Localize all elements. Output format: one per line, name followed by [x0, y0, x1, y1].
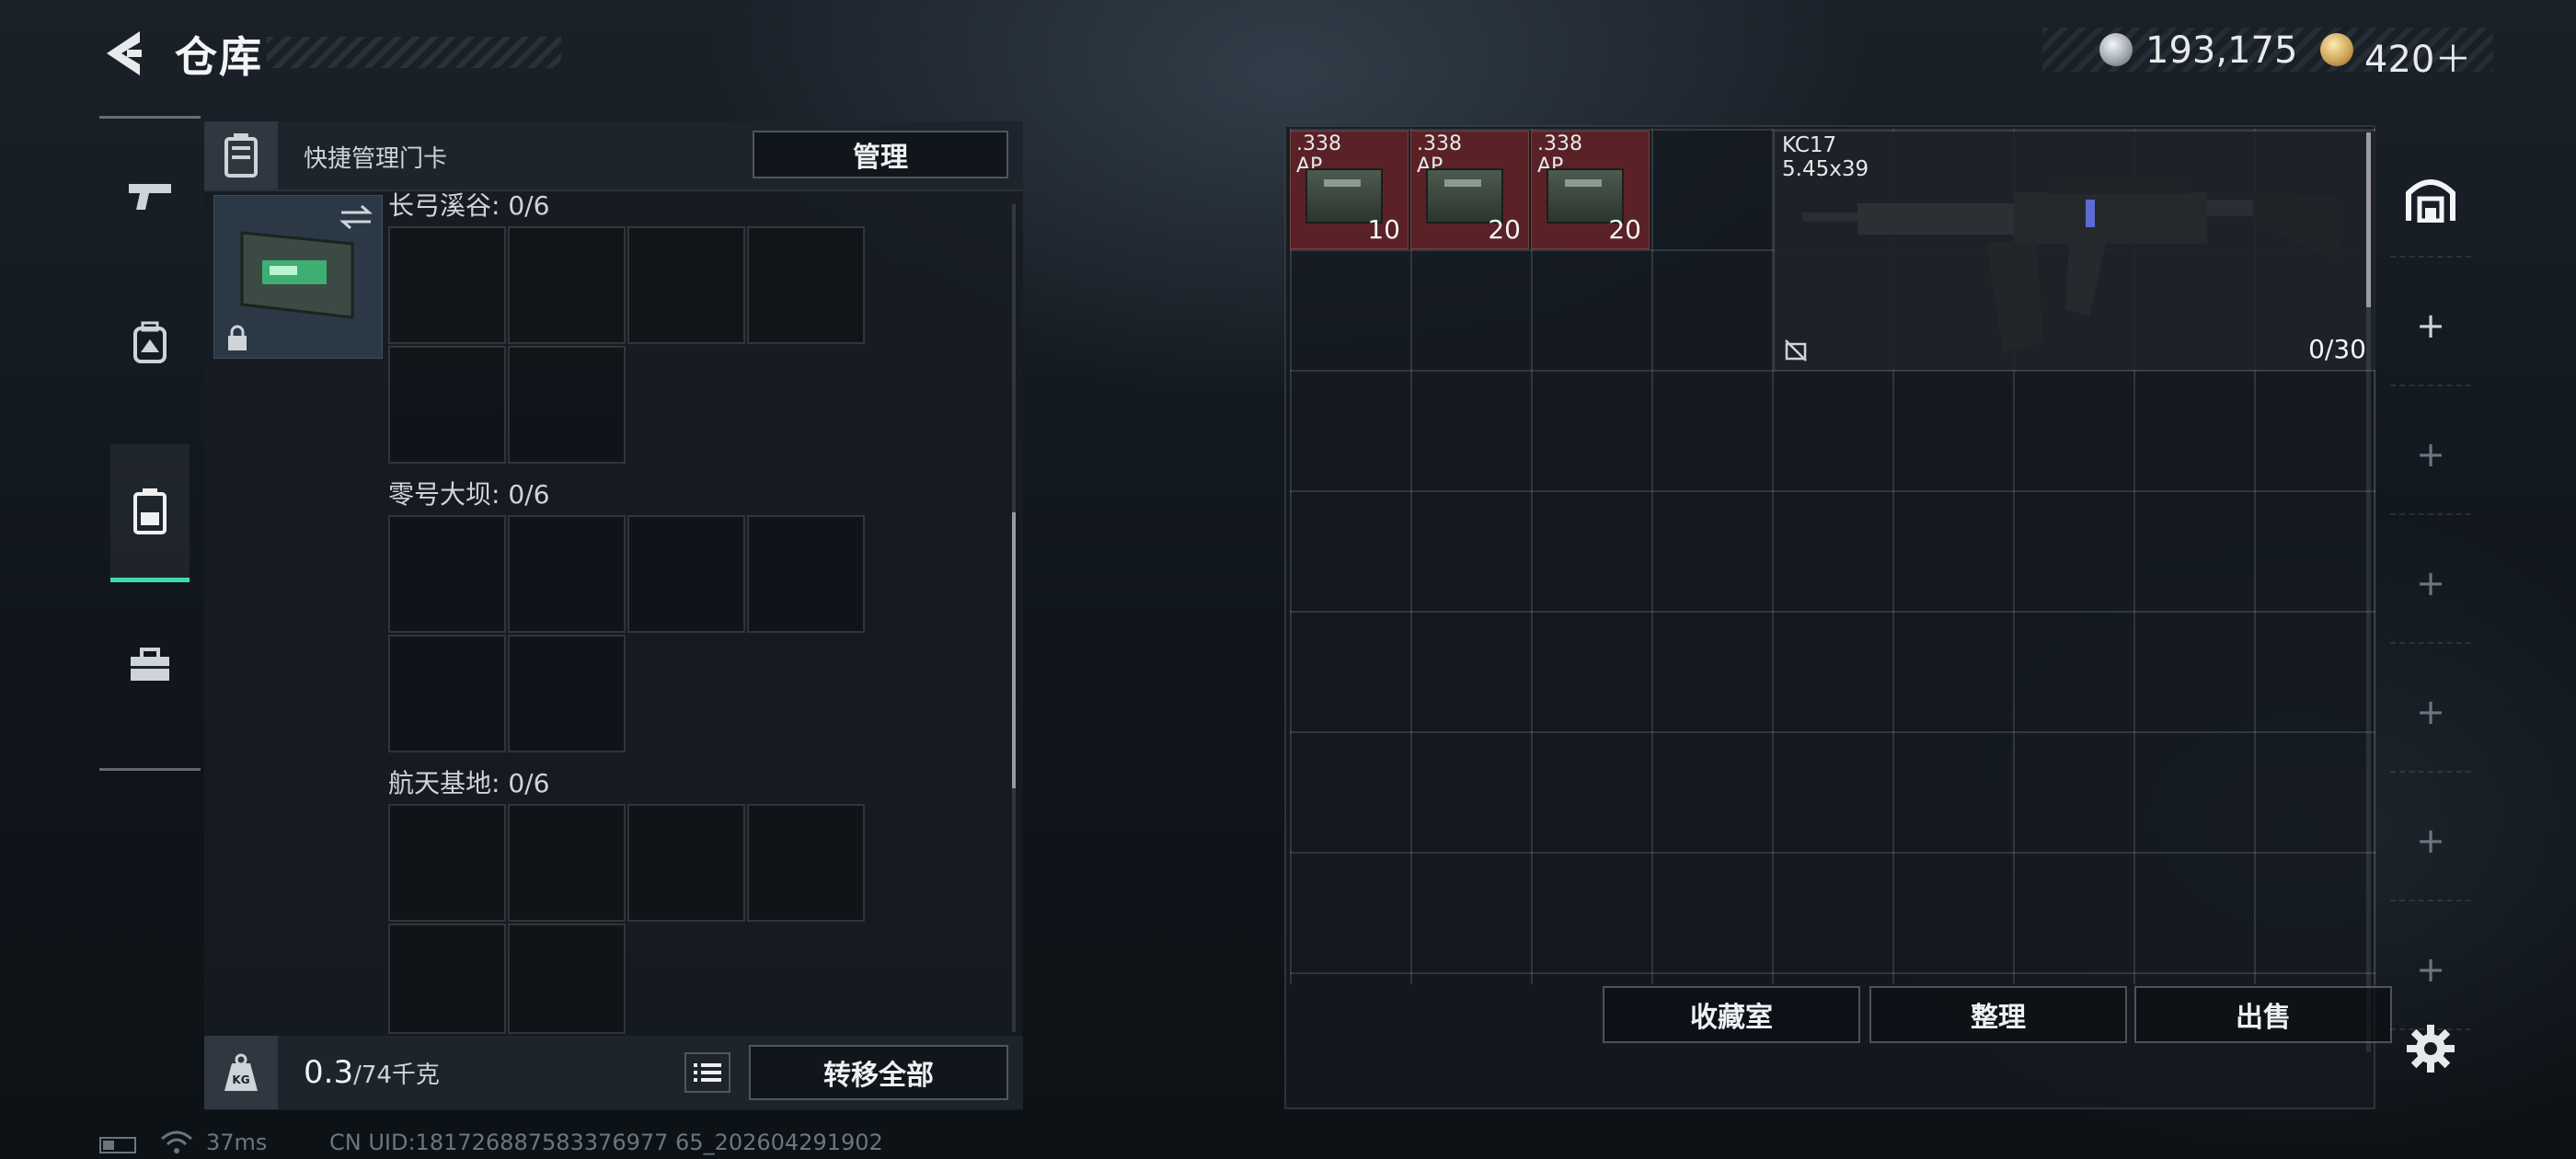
- gold-currency-value[interactable]: 420＋: [2364, 29, 2471, 83]
- grid-slot[interactable]: [747, 515, 865, 633]
- weight-capacity: 0.3/74千克: [304, 1054, 440, 1091]
- quick-manage-label: 快捷管理门卡: [304, 145, 448, 173]
- grid-slot[interactable]: [627, 804, 745, 922]
- plus-icon: +: [2416, 949, 2445, 990]
- weapon-item[interactable]: KC17 5.45x39 0/30: [1774, 131, 2375, 371]
- pistol-icon: [129, 184, 171, 210]
- grid-slot[interactable]: [388, 924, 506, 1034]
- keycard-case-panel: 快捷管理门卡 管理 长弓溪谷: 0/6 零号大坝: 0/6 航天基地: 0/6: [204, 121, 1023, 1110]
- grid-slot[interactable]: [388, 226, 506, 344]
- user-uid: CN UID:181726887583376977 65_20260429190…: [329, 1130, 883, 1155]
- battery-icon: [99, 1137, 136, 1153]
- tab-add-stash[interactable]: +: [2390, 524, 2471, 644]
- stash-tabs: + + + + + +: [2390, 138, 2471, 1058]
- tab-stash-main[interactable]: [2390, 138, 2471, 258]
- ping-value: 37ms: [206, 1130, 268, 1155]
- grid-slot[interactable]: [508, 635, 626, 752]
- swap-icon[interactable]: [338, 203, 374, 231]
- tab-add-stash[interactable]: +: [2390, 911, 2471, 1030]
- wifi-icon: [161, 1130, 192, 1153]
- no-trade-icon: [1785, 339, 1807, 361]
- grid-slot[interactable]: [508, 804, 626, 922]
- grid-slot[interactable]: [388, 635, 506, 752]
- keycard-case-icon: [204, 121, 278, 189]
- weight-current: 0.3: [304, 1054, 354, 1091]
- grid-label-zero-dam: 零号大坝: 0/6: [388, 479, 550, 510]
- collection-room-button[interactable]: 收藏室: [1603, 986, 1860, 1043]
- scrollbar-thumb[interactable]: [2366, 132, 2371, 307]
- grid-slot[interactable]: [508, 924, 626, 1034]
- grid-slot[interactable]: [388, 515, 506, 633]
- toolbox-icon: [131, 648, 169, 681]
- back-icon[interactable]: [99, 26, 151, 81]
- grid-slot[interactable]: [508, 515, 626, 633]
- weapon-name: KC17: [1782, 133, 1837, 157]
- grid-slot[interactable]: [627, 226, 745, 344]
- plus-icon: +: [2416, 434, 2445, 475]
- lock-icon: [228, 325, 247, 350]
- keycard-panel-header: 快捷管理门卡 管理: [204, 121, 1023, 191]
- nav-equipment[interactable]: [110, 273, 190, 411]
- tab-add-stash[interactable]: +: [2390, 396, 2471, 515]
- ammo-count: 10: [1367, 214, 1400, 245]
- list-view-button[interactable]: [684, 1052, 730, 1093]
- tab-add-stash[interactable]: +: [2390, 782, 2471, 901]
- category-nav: [99, 116, 201, 771]
- stash-panel: .338 AP 10 .338 AP 20 .338 AP 20 KC17 5.45x…: [1284, 125, 2392, 1109]
- rifle-icon: [1802, 178, 2340, 352]
- plus-icon: +: [2416, 563, 2445, 603]
- grid-slot[interactable]: [388, 804, 506, 922]
- tab-add-stash[interactable]: +: [2390, 267, 2471, 386]
- silver-coin-icon: [2099, 33, 2133, 66]
- plus-icon: +: [2416, 692, 2445, 732]
- keycard-case-slot[interactable]: [213, 195, 383, 359]
- nav-keycard-case[interactable]: [110, 444, 190, 582]
- ammo-item[interactable]: .338 AP 20: [1531, 131, 1650, 249]
- weight-max: /74千克: [353, 1061, 440, 1089]
- plus-icon: +: [2416, 305, 2445, 346]
- weapon-ammo-count: 0/30: [2308, 334, 2366, 364]
- tab-add-stash[interactable]: +: [2390, 653, 2471, 773]
- keycard-panel-footer: KG 0.3/74千克 转移全部: [204, 1036, 1023, 1109]
- header-bar: 仓库 193,175 420＋: [0, 0, 2576, 101]
- sort-button[interactable]: 整理: [1869, 986, 2127, 1043]
- grid-slot[interactable]: [747, 226, 865, 344]
- ammo-count: 20: [1488, 214, 1521, 245]
- keycard-case-icon: [133, 488, 167, 534]
- transfer-all-button[interactable]: 转移全部: [749, 1045, 1008, 1100]
- stash-grid[interactable]: .338 AP 10 .338 AP 20 .338 AP 20 KC17 5.45x…: [1290, 129, 2375, 984]
- stash-home-icon: [2406, 179, 2455, 223]
- title-decoration: [267, 37, 561, 68]
- sell-button[interactable]: 出售: [2134, 986, 2392, 1043]
- gold-coin-icon[interactable]: [2320, 33, 2353, 66]
- grid-slot[interactable]: [627, 515, 745, 633]
- svg-text:KG: KG: [232, 1073, 249, 1086]
- weight-icon: KG: [204, 1036, 278, 1109]
- grid-label-changgong-valley: 长弓溪谷: 0/6: [388, 190, 550, 221]
- nav-toolbox[interactable]: [110, 597, 190, 735]
- ammo-item[interactable]: .338 AP 20: [1410, 131, 1529, 249]
- ammo-count: 20: [1608, 214, 1641, 245]
- ammo-item[interactable]: .338 AP 10: [1290, 131, 1409, 249]
- grid-slot[interactable]: [388, 346, 506, 464]
- status-bar: 37ms CN UID:181726887583376977 65_202604…: [99, 1130, 927, 1157]
- plus-icon: +: [2416, 820, 2445, 861]
- grid-slot[interactable]: [508, 346, 626, 464]
- list-icon: [694, 1063, 721, 1082]
- settings-gear-icon[interactable]: [2405, 1023, 2456, 1074]
- grid-slot[interactable]: [747, 804, 865, 922]
- manage-button[interactable]: 管理: [753, 131, 1008, 178]
- grid-slot[interactable]: [508, 226, 626, 344]
- silver-currency-value: 193,175: [2145, 29, 2298, 72]
- currency-display: 193,175 420＋: [2042, 28, 2493, 81]
- page-title: 仓库: [175, 32, 263, 82]
- nav-weapons[interactable]: [110, 128, 190, 266]
- backpack-icon: [133, 321, 167, 363]
- grid-label-space-base: 航天基地: 0/6: [388, 768, 550, 798]
- scrollbar-thumb[interactable]: [1012, 512, 1016, 788]
- stash-footer: 收藏室 整理 出售: [1286, 986, 2392, 1107]
